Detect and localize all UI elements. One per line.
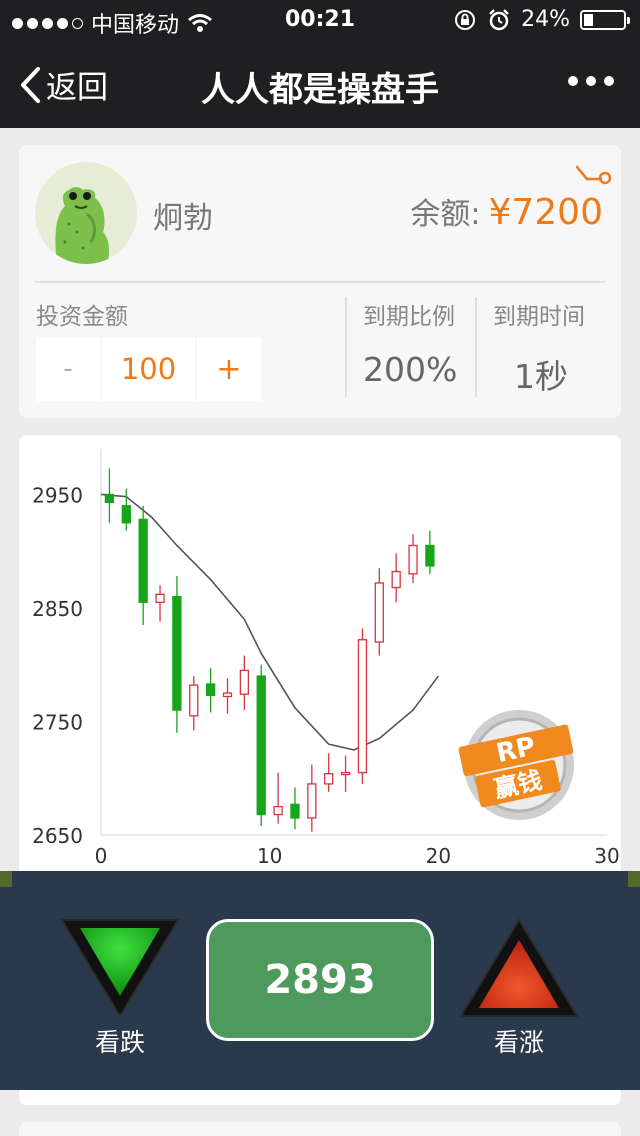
candle-body — [155, 593, 165, 603]
y-tick-label: 2750 — [32, 710, 83, 734]
candle-body — [290, 803, 300, 819]
battery-percent: 24% — [521, 7, 570, 32]
panel-edge — [628, 871, 640, 887]
panel-edge — [0, 871, 12, 887]
candle-body — [239, 669, 250, 695]
alarm-icon — [489, 8, 509, 30]
candle-body — [425, 544, 435, 567]
divider — [475, 297, 477, 397]
candle — [205, 668, 216, 713]
candle-body — [307, 783, 317, 819]
amount-value[interactable]: 100 — [102, 337, 195, 401]
x-tick-label: 30 — [594, 844, 619, 868]
moving-average-line — [100, 493, 439, 751]
candle — [273, 772, 283, 824]
candle-body — [138, 518, 148, 603]
candle-body — [104, 493, 115, 504]
y-tick-label: 2950 — [32, 483, 83, 507]
more-dot — [586, 76, 596, 86]
y-tick-label: 2850 — [32, 597, 83, 621]
x-tick-label: 0 — [95, 844, 108, 868]
candle — [256, 664, 266, 826]
key-icon[interactable] — [575, 163, 613, 185]
candles — [104, 468, 435, 832]
candle — [340, 755, 351, 792]
candle — [172, 576, 182, 733]
y-tick-label: 2650 — [32, 824, 83, 848]
candle-body — [256, 675, 266, 816]
status-right: 24% — [453, 7, 630, 32]
ratio-value: 200% — [363, 350, 458, 389]
amount-stepper: - 100 + — [36, 337, 261, 401]
candle-body — [357, 639, 368, 774]
candle — [189, 676, 199, 731]
ratio-label: 到期比例 — [363, 304, 455, 330]
candle — [391, 553, 401, 603]
balance: 余额: ¥7200 — [410, 189, 603, 233]
divider — [345, 297, 347, 397]
trade-panel: 看跌 2893 看涨 — [0, 871, 640, 1090]
candle-body — [121, 505, 131, 524]
candle-body — [205, 683, 216, 697]
frog-avatar-icon — [55, 187, 110, 264]
user-name: 炯勃 — [153, 201, 213, 236]
decrease-button[interactable]: - — [36, 337, 100, 401]
candle — [138, 505, 148, 625]
candle-body — [374, 582, 384, 643]
bet-down-label[interactable]: 看跌 — [60, 1023, 180, 1059]
candle-body — [222, 692, 233, 698]
x-tick-label: 10 — [257, 844, 282, 868]
candle — [324, 753, 334, 792]
candle-body — [189, 684, 199, 717]
candle-body — [340, 771, 351, 776]
invest-amount-label: 投资金额 — [36, 304, 128, 330]
candle-body — [391, 570, 401, 589]
candle — [425, 530, 435, 574]
more-dot — [568, 76, 578, 86]
rp-badge: RP 赢钱 — [458, 710, 574, 820]
candle — [374, 568, 384, 656]
account-card: 炯勃 余额: ¥7200 投资金额 - 100 + 到期比例 200% 到期时间… — [19, 145, 621, 418]
candle — [121, 488, 131, 531]
candle — [408, 534, 418, 583]
current-price-button[interactable]: 2893 — [206, 919, 434, 1041]
page-title: 人人都是操盘手 — [201, 70, 439, 110]
bet-up-button[interactable] — [459, 918, 579, 1018]
divider — [35, 281, 605, 283]
next-card — [19, 1122, 621, 1136]
candle — [307, 764, 317, 832]
expiry-time-value: 1秒 — [514, 357, 568, 396]
battery-icon — [580, 9, 630, 30]
candle-body — [324, 773, 334, 785]
status-bar: 中国移动 00:21 24% — [0, 0, 640, 40]
expiry-time-label: 到期时间 — [493, 304, 585, 330]
bet-up-label[interactable]: 看涨 — [459, 1023, 579, 1059]
more-button[interactable] — [568, 76, 614, 86]
rotation-lock-icon — [455, 9, 476, 30]
candle-body — [408, 544, 418, 575]
candle — [357, 628, 368, 784]
nav-bar: 返回 人人都是操盘手 — [0, 40, 640, 128]
increase-button[interactable]: + — [197, 337, 261, 401]
candlestick-chart: 2650 2750 2850 2950 0 10 20 30 RP 赢钱 — [32, 449, 620, 868]
candle-body — [273, 805, 283, 816]
avatar[interactable] — [35, 162, 137, 264]
moving-average-path — [100, 493, 439, 751]
candle — [155, 585, 165, 622]
candle — [104, 468, 115, 523]
more-dot — [604, 76, 614, 86]
candle — [222, 678, 233, 714]
x-tick-label: 20 — [426, 844, 451, 868]
candle — [239, 655, 250, 711]
bet-down-button[interactable] — [60, 918, 180, 1018]
candle — [290, 787, 300, 830]
balance-label: 余额: — [410, 197, 481, 232]
candle-body — [172, 595, 182, 711]
balance-amount: ¥7200 — [488, 192, 603, 233]
